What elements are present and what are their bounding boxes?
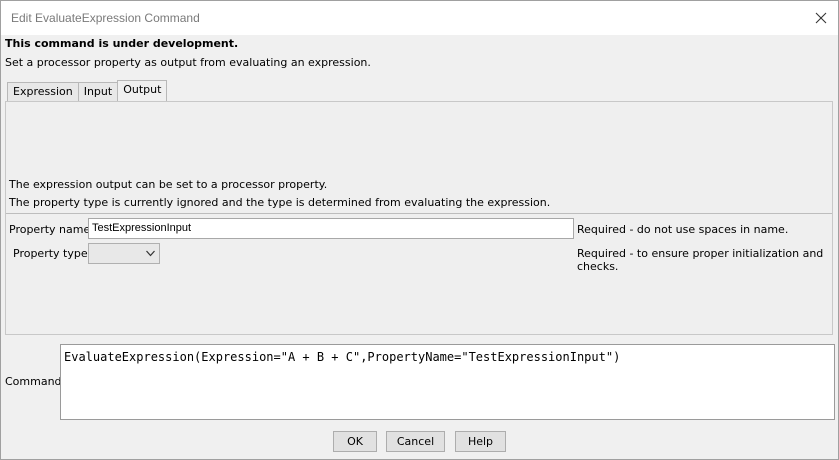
development-note: This command is under development.	[5, 37, 239, 50]
close-icon	[815, 12, 827, 24]
property-name-input[interactable]: TestExpressionInput	[88, 218, 574, 239]
tab-expression[interactable]: Expression	[7, 82, 79, 101]
tab-output[interactable]: Output	[117, 80, 168, 101]
help-button[interactable]: Help	[455, 431, 506, 452]
property-type-label: Property type:	[13, 247, 92, 260]
tab-strip: Expression Input Output	[7, 80, 168, 101]
property-type-note: Required - to ensure proper initializati…	[577, 247, 824, 273]
close-button[interactable]	[810, 7, 832, 29]
command-description: Set a processor property as output from …	[5, 56, 371, 69]
ok-button[interactable]: OK	[333, 431, 377, 452]
output-info-line-1: The expression output can be set to a pr…	[9, 178, 328, 191]
property-name-note: Required - do not use spaces in name.	[577, 223, 789, 236]
property-type-select[interactable]	[88, 243, 160, 264]
output-tab-panel: The expression output can be set to a pr…	[5, 101, 833, 335]
dialog-window: Edit EvaluateExpression Command This com…	[0, 0, 839, 460]
command-textarea[interactable]: EvaluateExpression(Expression="A + B + C…	[60, 344, 835, 420]
tab-input[interactable]: Input	[77, 82, 119, 101]
chevron-down-icon	[146, 250, 155, 257]
panel-separator	[6, 213, 832, 214]
property-name-label: Property name:	[9, 223, 94, 236]
command-label: Command:	[5, 375, 66, 388]
output-info-line-2: The property type is currently ignored a…	[9, 196, 551, 209]
window-title: Edit EvaluateExpression Command	[11, 11, 200, 25]
cancel-button[interactable]: Cancel	[386, 431, 445, 452]
title-bar[interactable]: Edit EvaluateExpression Command	[1, 1, 838, 35]
